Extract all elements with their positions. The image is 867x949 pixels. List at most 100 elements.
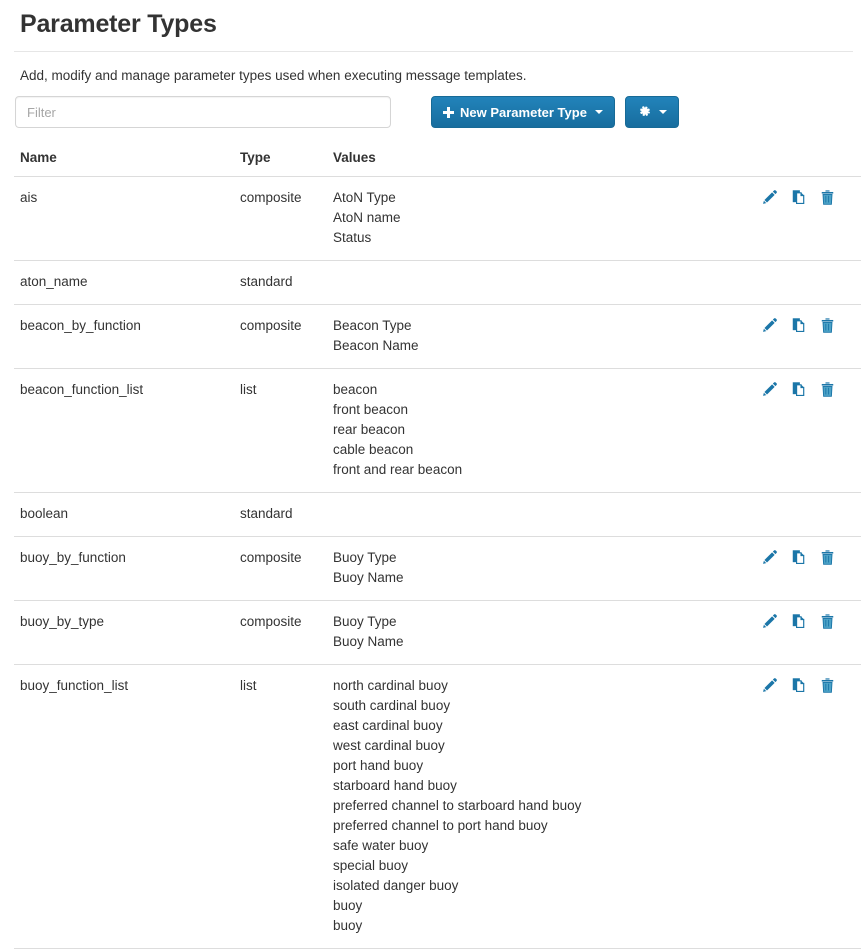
value-item: Buoy Name bbox=[333, 634, 404, 649]
page-title: Parameter Types bbox=[20, 10, 217, 38]
copy-icon[interactable] bbox=[790, 677, 807, 694]
value-item: front and rear beacon bbox=[333, 462, 463, 477]
new-parameter-type-button[interactable]: New Parameter Type bbox=[431, 96, 615, 128]
cell-name: buoy_function_list bbox=[14, 664, 240, 949]
value-item: AtoN Type bbox=[333, 190, 396, 205]
value-item: west cardinal buoy bbox=[333, 738, 445, 753]
chevron-down-icon bbox=[658, 110, 667, 114]
cell-type: composite bbox=[240, 536, 333, 601]
table-header-row: Name Type Values bbox=[14, 150, 861, 177]
copy-icon[interactable] bbox=[790, 381, 807, 398]
delete-icon[interactable] bbox=[819, 613, 836, 630]
cell-actions bbox=[761, 304, 861, 369]
toolbar: New Parameter Type bbox=[14, 96, 853, 128]
delete-icon[interactable] bbox=[819, 381, 836, 398]
value-item: beacon bbox=[333, 382, 378, 397]
value-item: Buoy Name bbox=[333, 570, 404, 585]
cell-type: composite bbox=[240, 176, 333, 261]
value-item: isolated danger buoy bbox=[333, 878, 459, 893]
value-item: Beacon Name bbox=[333, 338, 419, 353]
cell-values: Beacon Type Beacon Name bbox=[333, 304, 761, 369]
table-row: buoy_by_type composite Buoy Type Buoy Name bbox=[14, 600, 861, 665]
table-row: aton_name standard bbox=[14, 260, 861, 305]
edit-icon[interactable] bbox=[761, 549, 778, 566]
copy-icon[interactable] bbox=[790, 549, 807, 566]
cell-values bbox=[333, 492, 761, 537]
table-row: ais composite AtoN Type AtoN name Status bbox=[14, 176, 861, 261]
page-description: Add, modify and manage parameter types u… bbox=[20, 68, 527, 83]
cell-type: list bbox=[240, 368, 333, 493]
value-item: buoy bbox=[333, 918, 363, 933]
delete-icon[interactable] bbox=[819, 317, 836, 334]
cell-name: aton_name bbox=[14, 260, 240, 305]
value-item: east cardinal buoy bbox=[333, 718, 443, 733]
value-item: cable beacon bbox=[333, 442, 414, 457]
value-item: preferred channel to port hand buoy bbox=[333, 818, 548, 833]
value-item: Beacon Type bbox=[333, 318, 412, 333]
cell-values: AtoN Type AtoN name Status bbox=[333, 176, 761, 261]
delete-icon[interactable] bbox=[819, 549, 836, 566]
chevron-down-icon bbox=[594, 110, 603, 114]
value-item: Buoy Type bbox=[333, 550, 397, 565]
value-item: port hand buoy bbox=[333, 758, 424, 773]
value-item: AtoN name bbox=[333, 210, 401, 225]
cell-actions bbox=[761, 600, 861, 665]
cell-actions bbox=[761, 664, 861, 949]
edit-icon[interactable] bbox=[761, 677, 778, 694]
settings-button[interactable] bbox=[624, 96, 679, 128]
row-action-group bbox=[761, 380, 861, 398]
row-action-group bbox=[761, 676, 861, 694]
cell-name: ais bbox=[14, 176, 240, 261]
cell-actions bbox=[761, 536, 861, 601]
cell-values: north cardinal buoy south cardinal buoy ea… bbox=[333, 664, 761, 949]
value-item: Buoy Type bbox=[333, 614, 397, 629]
column-header-type[interactable]: Type bbox=[240, 150, 333, 177]
filter-input[interactable] bbox=[15, 96, 391, 128]
column-header-actions bbox=[761, 150, 861, 177]
column-header-name[interactable]: Name bbox=[14, 150, 240, 177]
delete-icon[interactable] bbox=[819, 189, 836, 206]
delete-icon[interactable] bbox=[819, 677, 836, 694]
row-action-group bbox=[761, 548, 861, 566]
cell-name: boolean bbox=[14, 492, 240, 537]
copy-icon[interactable] bbox=[790, 189, 807, 206]
cell-name: buoy_by_type bbox=[14, 600, 240, 665]
cell-type: list bbox=[240, 664, 333, 949]
table-row: buoy_by_function composite Buoy Type Buoy N… bbox=[14, 536, 861, 601]
cell-type: composite bbox=[240, 304, 333, 369]
table-row: beacon_function_list list beacon front beac… bbox=[14, 368, 861, 493]
cell-type: composite bbox=[240, 600, 333, 665]
new-parameter-type-label: New Parameter Type bbox=[460, 104, 587, 120]
cell-values: Buoy Type Buoy Name bbox=[333, 600, 761, 665]
parameter-types-page: Parameter Types Add, modify and manage p… bbox=[0, 0, 867, 949]
row-action-group bbox=[761, 188, 861, 206]
table-row: beacon_by_function composite Beacon Type Be… bbox=[14, 304, 861, 369]
value-item: rear beacon bbox=[333, 422, 406, 437]
cell-name: buoy_by_function bbox=[14, 536, 240, 601]
value-item: Status bbox=[333, 230, 372, 245]
edit-icon[interactable] bbox=[761, 189, 778, 206]
cell-name: beacon_function_list bbox=[14, 368, 240, 493]
cell-actions bbox=[761, 492, 861, 537]
value-item: safe water buoy bbox=[333, 838, 429, 853]
table-row: boolean standard bbox=[14, 492, 861, 537]
row-action-group bbox=[761, 612, 861, 630]
row-action-group bbox=[761, 316, 861, 334]
gear-icon bbox=[637, 104, 651, 121]
cell-type: standard bbox=[240, 492, 333, 537]
value-item: front beacon bbox=[333, 402, 409, 417]
column-header-values[interactable]: Values bbox=[333, 150, 761, 177]
copy-icon[interactable] bbox=[790, 317, 807, 334]
cell-name: beacon_by_function bbox=[14, 304, 240, 369]
cell-actions bbox=[761, 260, 861, 305]
cell-actions bbox=[761, 176, 861, 261]
value-item: south cardinal buoy bbox=[333, 698, 451, 713]
cell-values: Buoy Type Buoy Name bbox=[333, 536, 761, 601]
edit-icon[interactable] bbox=[761, 317, 778, 334]
copy-icon[interactable] bbox=[790, 613, 807, 630]
table-body: ais composite AtoN Type AtoN name Status aton… bbox=[14, 176, 861, 949]
edit-icon[interactable] bbox=[761, 381, 778, 398]
cell-values bbox=[333, 260, 761, 305]
value-item: buoy bbox=[333, 898, 363, 913]
edit-icon[interactable] bbox=[761, 613, 778, 630]
